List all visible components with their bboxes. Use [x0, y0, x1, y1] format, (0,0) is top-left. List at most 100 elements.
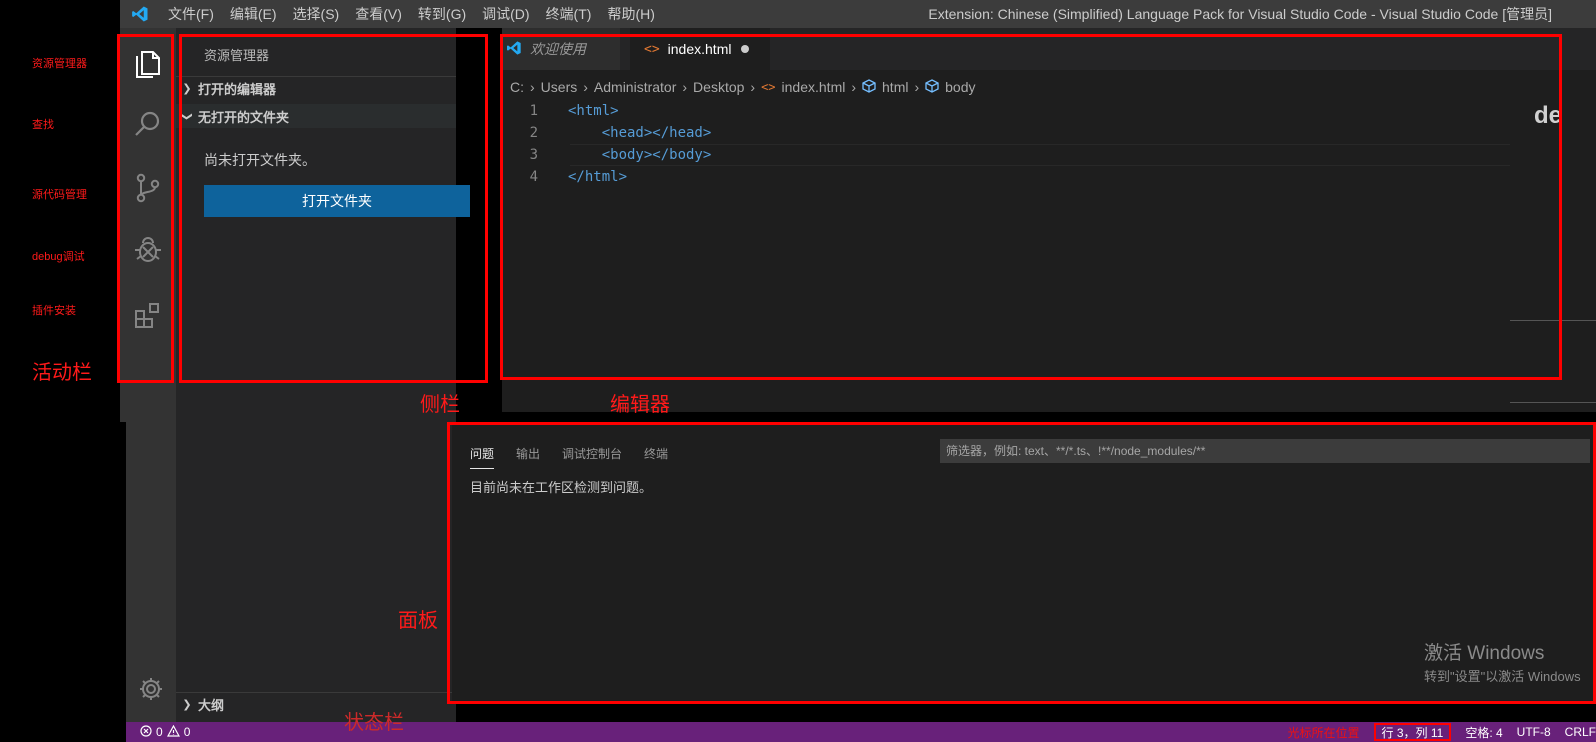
- chevron-right-icon: ›: [583, 79, 588, 95]
- tab-index-html[interactable]: <> index.html: [630, 28, 770, 70]
- warning-count: 0: [183, 725, 191, 739]
- breadcrumb: C: › Users › Administrator › Desktop › <…: [510, 76, 976, 98]
- files-icon[interactable]: [120, 36, 176, 88]
- section-no-folder[interactable]: ❯ 无打开的文件夹: [176, 104, 456, 128]
- breadcrumb-item[interactable]: C:: [510, 79, 524, 95]
- no-folder-message: 尚未打开文件夹。: [204, 152, 316, 168]
- code-editor[interactable]: 1 <html> 2 <head></head> 3 <body></body> 4 </…: [502, 100, 1596, 188]
- line-number: 4: [529, 169, 538, 185]
- code-text: <body></body>: [601, 147, 712, 163]
- annotation-sidebar: 侧栏: [420, 394, 460, 416]
- chevron-down-icon: ❯: [180, 111, 193, 121]
- minimap-text: de: [1534, 102, 1563, 129]
- error-icon: [140, 724, 152, 740]
- activation-watermark: 激活 Windows: [1424, 643, 1545, 664]
- problems-status[interactable]: 0 0: [140, 724, 191, 740]
- annotation-panel: 面板: [398, 610, 438, 632]
- menu-view[interactable]: 查看(V): [347, 0, 410, 28]
- extensions-icon[interactable]: [120, 290, 176, 342]
- tab-welcome-label: 欢迎使用: [530, 41, 586, 57]
- breadcrumb-item[interactable]: Desktop: [693, 79, 744, 95]
- status-bar-right: 光标所在位置 行 3，列 11 空格: 4 UTF-8 CRLF: [1287, 722, 1596, 742]
- html-icon: <>: [644, 41, 660, 57]
- code-line[interactable]: 2 <head></head>: [502, 122, 1596, 144]
- annotation-search: 查找: [32, 119, 54, 131]
- menu-debug[interactable]: 调试(D): [474, 0, 537, 28]
- breadcrumb-item[interactable]: Administrator: [594, 79, 676, 95]
- code-line[interactable]: 1 <html>: [502, 100, 1596, 122]
- breadcrumb-item[interactable]: Users: [541, 79, 578, 95]
- vscode-logo-icon[interactable]: [120, 0, 160, 28]
- eol-status[interactable]: CRLF: [1565, 725, 1596, 739]
- tab-debug-console[interactable]: 调试控制台: [562, 445, 622, 469]
- sidebar-title: 资源管理器: [204, 48, 270, 63]
- divider: [1510, 320, 1596, 321]
- tab-problems[interactable]: 问题: [470, 445, 495, 469]
- cursor-location-label: 光标所在位置: [1287, 725, 1360, 740]
- menu-edit[interactable]: 编辑(E): [222, 0, 285, 28]
- editor-tabs: 欢迎使用 <> index.html: [502, 28, 1596, 70]
- section-open-editors[interactable]: ❯ 打开的编辑器: [176, 76, 456, 100]
- annotation-status-bar: 状态栏: [344, 712, 404, 734]
- vscode-icon: [506, 40, 522, 59]
- tab-welcome[interactable]: 欢迎使用: [502, 28, 620, 70]
- breadcrumb-item[interactable]: body: [945, 79, 975, 95]
- activity-bar: [120, 28, 176, 422]
- annotation-extensions: 插件安装: [32, 305, 76, 317]
- menu-bar: 文件(F) 编辑(E) 选择(S) 查看(V) 转到(G) 调试(D) 终端(T…: [160, 0, 663, 28]
- code-line[interactable]: 3 <body></body>: [502, 144, 1596, 166]
- chevron-right-icon: ❯: [182, 699, 192, 711]
- debug-icon[interactable]: [120, 224, 176, 276]
- section-open-editors-label: 打开的编辑器: [198, 82, 277, 97]
- chevron-right-icon: ›: [682, 79, 688, 95]
- chevron-right-icon: ›: [750, 79, 756, 95]
- gear-icon[interactable]: [126, 664, 176, 714]
- cube-icon: [925, 78, 939, 96]
- menu-help[interactable]: 帮助(H): [599, 0, 662, 28]
- indentation-status[interactable]: 空格: 4: [1465, 724, 1502, 741]
- breadcrumb-item[interactable]: html: [882, 79, 908, 95]
- chevron-right-icon: ›: [530, 79, 535, 95]
- menu-selection[interactable]: 选择(S): [285, 0, 348, 28]
- line-number: 3: [529, 147, 538, 163]
- menu-file[interactable]: 文件(F): [160, 0, 222, 28]
- cursor-position[interactable]: 行 3，列 11: [1373, 723, 1452, 741]
- open-folder-button[interactable]: 打开文件夹: [204, 185, 470, 217]
- section-outline-label: 大纲: [198, 698, 225, 713]
- window-title: Extension: Chinese (Simplified) Language…: [928, 6, 1552, 22]
- code-text: <head></head>: [601, 125, 712, 141]
- source-control-icon[interactable]: [120, 162, 176, 214]
- section-outline[interactable]: ❯ 大纲: [176, 692, 456, 716]
- warning-icon: [166, 724, 180, 740]
- annotation-scm: 源代码管理: [32, 189, 87, 201]
- menu-terminal[interactable]: 终端(T): [538, 0, 600, 28]
- problems-filter-input[interactable]: [940, 439, 1590, 463]
- annotation-editor: 编辑器: [610, 394, 670, 416]
- code-line[interactable]: 4 </html>: [502, 166, 1596, 188]
- annotation-debug: debug调试: [32, 251, 85, 263]
- line-number: 1: [529, 103, 538, 119]
- tab-index-label: index.html: [667, 41, 732, 57]
- chevron-right-icon: ›: [914, 79, 920, 95]
- error-count: 0: [156, 725, 163, 739]
- annotation-activity-bar: 活动栏: [32, 362, 92, 384]
- tab-output[interactable]: 输出: [516, 445, 540, 469]
- search-icon[interactable]: [120, 98, 176, 150]
- annotation-explorer: 资源管理器: [32, 58, 87, 70]
- unsaved-dot-icon[interactable]: [741, 45, 750, 53]
- tab-terminal[interactable]: 终端: [644, 445, 668, 469]
- editor-area: 欢迎使用 <> index.html C: › Users › Administ…: [502, 28, 1596, 412]
- encoding-status[interactable]: UTF-8: [1517, 725, 1551, 739]
- breadcrumb-item[interactable]: index.html: [782, 79, 846, 95]
- title-bar: 文件(F) 编辑(E) 选择(S) 查看(V) 转到(G) 调试(D) 终端(T…: [120, 0, 1596, 28]
- panel-tabs: 问题 输出 调试控制台 终端: [470, 445, 668, 469]
- html-icon: <>: [761, 80, 776, 94]
- cube-icon: [862, 78, 876, 96]
- code-text: <html>: [568, 103, 619, 119]
- code-text: </html>: [568, 169, 628, 185]
- divider: [1510, 402, 1596, 403]
- activation-watermark-hint: 转到"设置"以激活 Windows: [1424, 669, 1581, 684]
- chevron-right-icon: ›: [851, 79, 857, 95]
- menu-go[interactable]: 转到(G): [410, 0, 474, 28]
- line-number: 2: [529, 125, 538, 141]
